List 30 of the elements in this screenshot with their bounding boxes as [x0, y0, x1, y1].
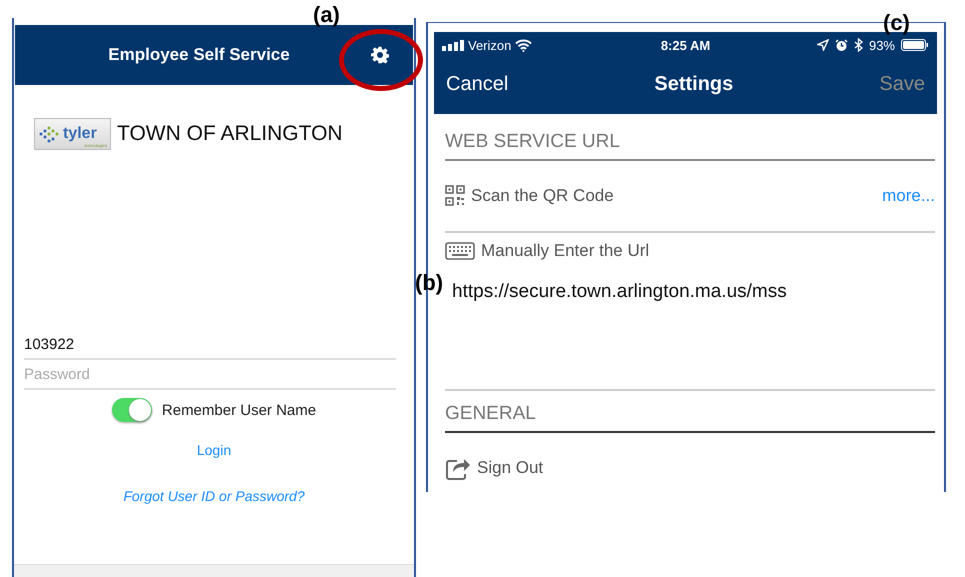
row-label[interactable]: Manually Enter the Url	[481, 241, 650, 261]
password-field[interactable]: Password	[24, 360, 396, 390]
sign-out-item[interactable]: Sign Out	[477, 458, 544, 478]
share-arrow-icon	[445, 456, 471, 480]
battery-percent: 93%	[868, 38, 895, 52]
clock-time: 8:25 AM	[660, 38, 710, 52]
toggle-label: Remember User Name	[162, 402, 316, 418]
screen-title: Employee Self Service	[108, 45, 290, 65]
logo-text: tyler	[63, 125, 97, 143]
keyboard-icon	[445, 242, 475, 260]
location-icon	[816, 39, 829, 51]
signal-icon	[442, 40, 464, 50]
wifi-icon	[515, 38, 532, 52]
username-field[interactable]: 103922	[24, 330, 396, 360]
organization-name: TOWN OF ARLINGTON	[117, 122, 343, 146]
section-header: GENERAL	[445, 391, 935, 433]
settings-icon[interactable]	[371, 46, 389, 64]
battery-icon	[901, 39, 929, 51]
qr-code-icon	[445, 185, 465, 207]
section-header: WEB SERVICE URL	[445, 114, 935, 161]
toggle-switch[interactable]	[112, 398, 152, 422]
panel-label: (a)	[313, 2, 340, 27]
bluetooth-icon	[854, 38, 863, 52]
url-field[interactable]: https://secure.town.arlington.ma.us/mss	[452, 281, 935, 303]
alarm-icon	[834, 38, 848, 52]
carrier-name: Verizon	[468, 38, 512, 52]
cancel-button[interactable]: Cancel	[446, 72, 508, 96]
row-label[interactable]: Scan the QR Code	[471, 186, 614, 206]
dots-icon	[38, 125, 60, 143]
screen-title: Settings	[654, 72, 734, 96]
